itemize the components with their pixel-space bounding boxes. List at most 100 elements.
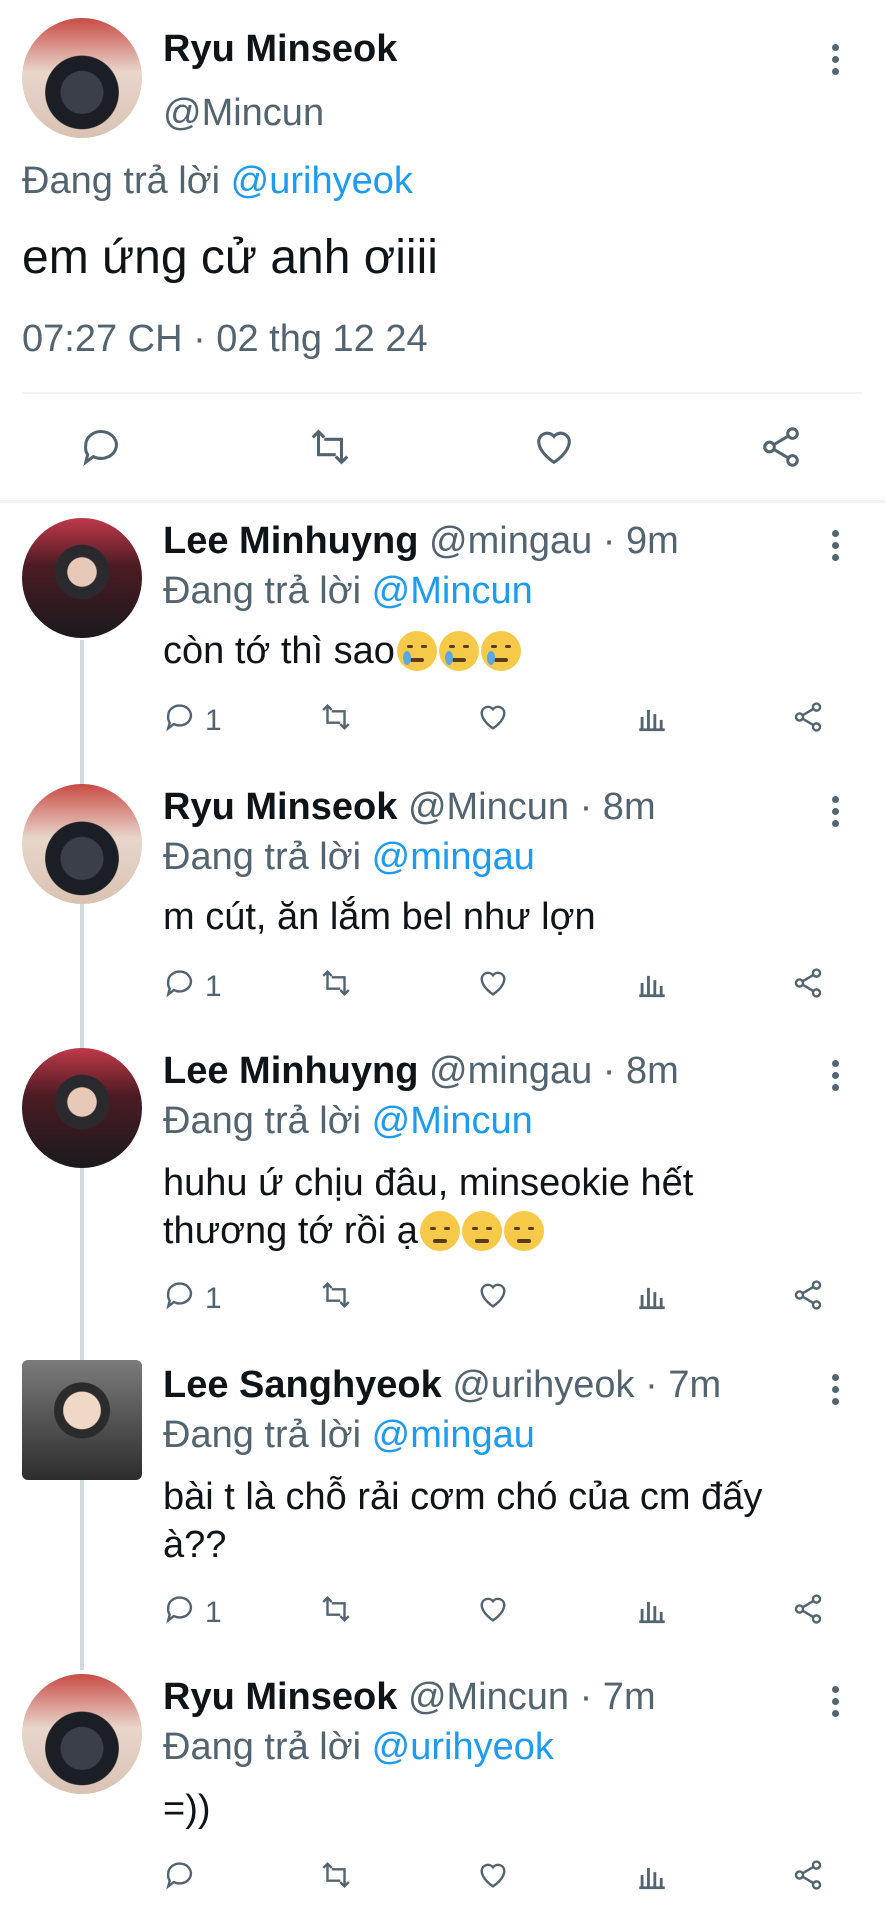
retweet-icon — [316, 1278, 356, 1320]
reply-text-line: huhu ứ chịu đâu, minseokie hết — [163, 1162, 694, 1204]
more-options-icon[interactable] — [829, 1374, 841, 1410]
view-stats-button[interactable] — [635, 1592, 669, 1634]
author-name[interactable]: Ryu Minseok — [163, 28, 397, 71]
reply-button[interactable]: 1 — [163, 1592, 222, 1634]
view-stats-button[interactable] — [635, 1858, 669, 1900]
crying-face-emoji — [480, 631, 521, 671]
reply-button[interactable]: 1 — [163, 700, 222, 742]
replying-prefix: Đang trả lời — [163, 1100, 362, 1142]
avatar[interactable] — [22, 518, 142, 638]
heart-icon — [474, 1592, 512, 1634]
reply-button[interactable] — [80, 424, 126, 470]
retweet-icon — [316, 966, 356, 1008]
reply-text-line: à?? — [163, 1524, 227, 1566]
retweet-button[interactable] — [316, 700, 356, 742]
like-button[interactable] — [474, 700, 512, 742]
reply-target-link[interactable]: @urihyeok — [231, 160, 413, 202]
replying-prefix: Đang trả lời — [22, 160, 221, 202]
tweet-timestamp[interactable]: 07:27 CH · 02 thg 12 24 — [22, 318, 428, 361]
more-options-icon[interactable] — [829, 1060, 841, 1096]
reply-icon — [163, 1592, 199, 1634]
replying-prefix: Đang trả lời — [163, 1414, 362, 1456]
retweet-button[interactable] — [316, 1278, 356, 1320]
heart-icon — [474, 1858, 512, 1900]
avatar[interactable] — [22, 1674, 142, 1794]
retweet-button[interactable] — [316, 1858, 356, 1900]
retweet-icon — [316, 700, 356, 742]
share-button[interactable] — [790, 700, 826, 742]
retweet-button[interactable] — [305, 424, 355, 470]
share-button[interactable] — [790, 1858, 826, 1900]
reply-icon — [163, 1858, 199, 1900]
share-button[interactable] — [790, 966, 826, 1008]
reply-text-line: bài t là chỗ rải cơm chó của cm đấy — [163, 1476, 763, 1518]
share-icon — [790, 966, 826, 1008]
author-handle[interactable]: @Mincun — [408, 1676, 569, 1718]
author-handle[interactable]: @Mincun — [163, 92, 324, 135]
reply-icon — [163, 700, 199, 742]
reply-time[interactable]: · 7m — [580, 1676, 656, 1718]
replying-prefix: Đang trả lời — [163, 1726, 362, 1768]
share-button[interactable] — [790, 1592, 826, 1634]
retweet-button[interactable] — [316, 966, 356, 1008]
divider — [22, 392, 862, 394]
reply-header: Ryu Minseok @Mincun · 7m — [163, 1676, 656, 1719]
reply-icon — [163, 1278, 199, 1320]
reply-time[interactable]: · 8m — [603, 1050, 679, 1092]
like-button[interactable] — [474, 1858, 512, 1900]
bar-chart-icon — [635, 966, 669, 1008]
reply-text: =)) — [163, 1788, 211, 1830]
author-name[interactable]: Lee Minhuyng — [163, 520, 418, 562]
like-button[interactable] — [474, 966, 512, 1008]
replying-prefix: Đang trả lời — [163, 836, 362, 878]
author-name[interactable]: Lee Minhuyng — [163, 1050, 418, 1092]
reply-button[interactable] — [163, 1858, 205, 1900]
like-button[interactable] — [474, 1278, 512, 1320]
more-options-icon[interactable] — [829, 44, 841, 80]
bar-chart-icon — [635, 1858, 669, 1900]
share-button[interactable] — [790, 1278, 826, 1320]
more-options-icon[interactable] — [829, 530, 841, 566]
author-name[interactable]: Ryu Minseok — [163, 786, 397, 828]
replying-to-line: Đang trả lời @mingau — [163, 836, 535, 879]
author-handle[interactable]: @mingau — [429, 520, 592, 562]
reply-time[interactable]: · 8m — [580, 786, 656, 828]
reply-target-link[interactable]: @Mincun — [372, 1100, 533, 1142]
reply-count: 1 — [205, 1282, 222, 1315]
view-stats-button[interactable] — [635, 966, 669, 1008]
section-divider — [0, 500, 885, 503]
author-name[interactable]: Ryu Minseok — [163, 1676, 397, 1718]
reply-button[interactable]: 1 — [163, 966, 222, 1008]
more-options-icon[interactable] — [829, 1686, 841, 1722]
retweet-button[interactable] — [316, 1592, 356, 1634]
like-button[interactable] — [474, 1592, 512, 1634]
share-button[interactable] — [757, 424, 805, 470]
author-handle[interactable]: @urihyeok — [452, 1364, 634, 1406]
share-icon — [790, 1858, 826, 1900]
view-stats-button[interactable] — [635, 700, 669, 742]
reply-target-link[interactable]: @mingau — [372, 1414, 535, 1456]
author-name[interactable]: Lee Sanghyeok — [163, 1364, 442, 1406]
retweet-icon — [316, 1592, 356, 1634]
view-stats-button[interactable] — [635, 1278, 669, 1320]
reply-target-link[interactable]: @mingau — [372, 836, 535, 878]
avatar[interactable] — [22, 18, 142, 138]
avatar[interactable] — [22, 1048, 142, 1168]
reply-time[interactable]: · 9m — [603, 520, 679, 562]
reply-button[interactable]: 1 — [163, 1278, 222, 1320]
author-handle[interactable]: @Mincun — [408, 786, 569, 828]
share-icon — [790, 700, 826, 742]
reply-header: Lee Minhuyng @mingau · 8m — [163, 1050, 679, 1093]
reply-target-link[interactable]: @Mincun — [372, 570, 533, 612]
replying-prefix: Đang trả lời — [163, 570, 362, 612]
reply-time[interactable]: · 7m — [645, 1364, 721, 1406]
like-button[interactable] — [530, 424, 578, 470]
more-options-icon[interactable] — [829, 796, 841, 832]
reply-header: Ryu Minseok @Mincun · 8m — [163, 786, 656, 829]
author-handle[interactable]: @mingau — [429, 1050, 592, 1092]
reply-target-link[interactable]: @urihyeok — [372, 1726, 554, 1768]
avatar[interactable] — [22, 784, 142, 904]
avatar[interactable] — [22, 1360, 142, 1480]
heart-icon — [537, 431, 571, 465]
retweet-icon — [316, 1858, 356, 1900]
